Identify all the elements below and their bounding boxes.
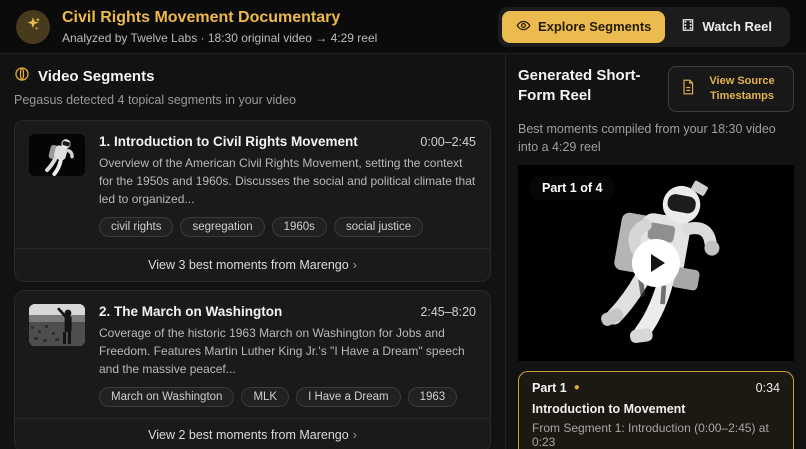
player-part-badge: Part 1 of 4 <box>529 175 616 200</box>
segments-panel-title: Video Segments <box>38 68 155 85</box>
tag: 1963 <box>407 387 458 407</box>
reel-part-1-card[interactable]: Part 1 ● 0:34 Introduction to Movement F… <box>518 370 794 449</box>
segment-2-thumbnail-march <box>29 304 85 346</box>
segments-panel-subtitle: Pegasus detected 4 topical segments in y… <box>14 93 297 107</box>
segment-1-title: 1. Introduction to Civil Rights Movement <box>99 134 358 149</box>
main-content: Video Segments Pegasus detected 4 topica… <box>0 54 806 449</box>
target-icon <box>14 66 30 87</box>
view-source-timestamps-label: View Source Timestamps <box>709 75 775 102</box>
play-icon <box>651 253 665 272</box>
tag: social justice <box>333 217 424 237</box>
segment-1-tags: civil rights segregation 1960s social ju… <box>99 217 476 237</box>
active-dot-icon: ● <box>573 381 580 393</box>
segment-card-2[interactable]: 2. The March on Washington 2:45–8:20 Cov… <box>14 290 491 449</box>
chevron-right-icon: › <box>352 258 357 272</box>
video-segments-panel: Video Segments Pegasus detected 4 topica… <box>0 54 506 449</box>
eye-icon <box>516 18 531 36</box>
watch-reel-button[interactable]: Watch Reel <box>667 11 786 43</box>
segment-2-title: 2. The March on Washington <box>99 304 283 319</box>
part-1-source: From Segment 1: Introduction (0:00–2:45)… <box>532 420 769 449</box>
sparkles-icon <box>24 15 42 38</box>
watch-reel-label: Watch Reel <box>702 19 772 34</box>
segment-1-footer-label: View 3 best moments from Marengo <box>148 258 349 272</box>
header-titles: Civil Rights Movement Documentary Analyz… <box>62 8 486 44</box>
segment-2-tags: March on Washington MLK I Have a Dream 1… <box>99 387 476 407</box>
part-1-title: Introduction to Movement <box>532 401 686 416</box>
tag: March on Washington <box>99 387 235 407</box>
tag: segregation <box>180 217 265 237</box>
tag: I Have a Dream <box>296 387 401 407</box>
reel-video-player[interactable]: Part 1 of 4 <box>518 164 794 361</box>
page-subtitle: Analyzed by Twelve Labs · 18:30 original… <box>62 30 378 45</box>
page-title: Civil Rights Movement Documentary <box>62 9 341 27</box>
explore-segments-button[interactable]: Explore Segments <box>501 10 666 43</box>
generated-reel-panel: Generated Short-Form Reel View Source Ti… <box>506 54 806 449</box>
segment-1-view-moments-link[interactable]: View 3 best moments from Marengo › <box>15 248 490 281</box>
file-icon <box>681 79 695 98</box>
segment-2-description: Coverage of the historic 1963 March on W… <box>99 326 465 376</box>
view-source-timestamps-button[interactable]: View Source Timestamps <box>668 66 794 112</box>
app-header: Civil Rights Movement Documentary Analyz… <box>0 0 806 54</box>
app-logo <box>16 9 50 44</box>
film-icon <box>681 18 695 35</box>
play-button[interactable] <box>632 238 680 287</box>
header-actions: Explore Segments Watch Reel <box>497 6 790 47</box>
reel-panel-subtitle: Best moments compiled from your 18:30 vi… <box>518 121 776 154</box>
chevron-right-icon: › <box>352 428 357 442</box>
segment-1-time: 0:00–2:45 <box>420 135 476 149</box>
part-1-label: Part 1 <box>532 380 567 395</box>
segment-card-1[interactable]: 1. Introduction to Civil Rights Movement… <box>14 120 491 282</box>
tag: MLK <box>241 387 290 407</box>
segment-2-view-moments-link[interactable]: View 2 best moments from Marengo › <box>15 418 490 449</box>
segment-2-footer-label: View 2 best moments from Marengo <box>148 428 349 442</box>
tag: civil rights <box>99 217 174 237</box>
part-1-duration: 0:34 <box>755 380 780 395</box>
segment-2-time: 2:45–8:20 <box>420 305 476 319</box>
explore-segments-label: Explore Segments <box>537 19 652 34</box>
reel-panel-title: Generated Short-Form Reel <box>518 67 641 105</box>
tag: 1960s <box>271 217 327 237</box>
segment-1-description: Overview of the American Civil Rights Mo… <box>99 156 476 206</box>
segment-1-thumbnail-astronaut <box>29 134 85 176</box>
